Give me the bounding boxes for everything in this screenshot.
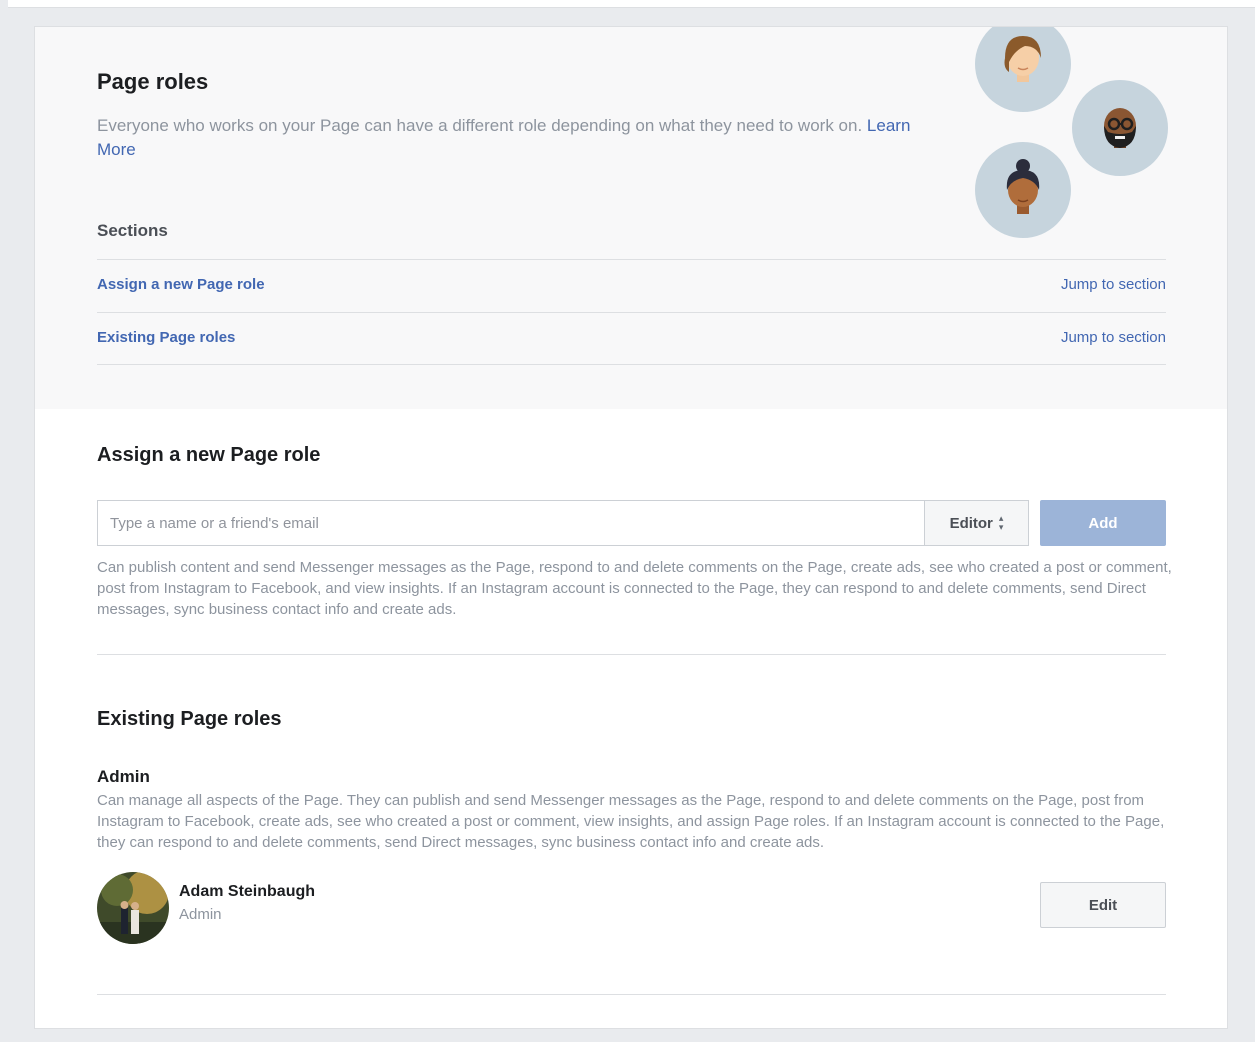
description-text: Everyone who works on your Page can have… [97, 116, 863, 135]
section-row-existing: Existing Page roles Jump to section [97, 312, 1166, 365]
divider [97, 994, 1166, 995]
page-title: Page roles [97, 69, 209, 94]
jump-to-section-assign[interactable]: Jump to section [1061, 276, 1166, 293]
role-description: Can publish content and send Messenger m… [97, 559, 1172, 618]
divider [97, 654, 1166, 655]
add-button[interactable]: Add [1040, 500, 1166, 546]
section-link-existing[interactable]: Existing Page roles [97, 329, 235, 346]
section-row-assign: Assign a new Page role Jump to section [97, 259, 1166, 312]
edit-button[interactable]: Edit [1040, 882, 1166, 928]
sort-caret-icon: ▴ ▾ [998, 513, 1004, 532]
name-email-input[interactable] [98, 501, 924, 545]
person-woman-brown-hair-icon [975, 27, 1071, 112]
admin-role-title: Admin [97, 767, 150, 786]
role-select-value: Editor [949, 514, 993, 532]
role-select[interactable]: Editor ▴ ▾ [924, 501, 1028, 545]
top-bar [8, 0, 1255, 8]
page-description: Everyone who works on your Page can have… [97, 114, 917, 162]
sections-label: Sections [97, 221, 168, 240]
person-man-beard-glasses-icon [1072, 80, 1168, 176]
assign-title: Assign a new Page role [97, 444, 321, 466]
assign-role-form: Editor ▴▾ [97, 500, 1029, 546]
existing-title: Existing Page roles [97, 708, 282, 730]
user-photo[interactable] [97, 872, 169, 944]
person-woman-bun-icon [975, 142, 1071, 238]
section-link-assign[interactable]: Assign a new Page role [97, 276, 265, 293]
admin-role-description: Can manage all aspects of the Page. They… [97, 792, 1165, 851]
user-role: Admin [179, 906, 222, 923]
page-roles-card: Page roles Everyone who works on your Pa… [34, 26, 1228, 1029]
intro-section: Page roles Everyone who works on your Pa… [35, 27, 1227, 409]
user-name[interactable]: Adam Steinbaugh [179, 883, 315, 901]
jump-to-section-existing[interactable]: Jump to section [1061, 329, 1166, 346]
